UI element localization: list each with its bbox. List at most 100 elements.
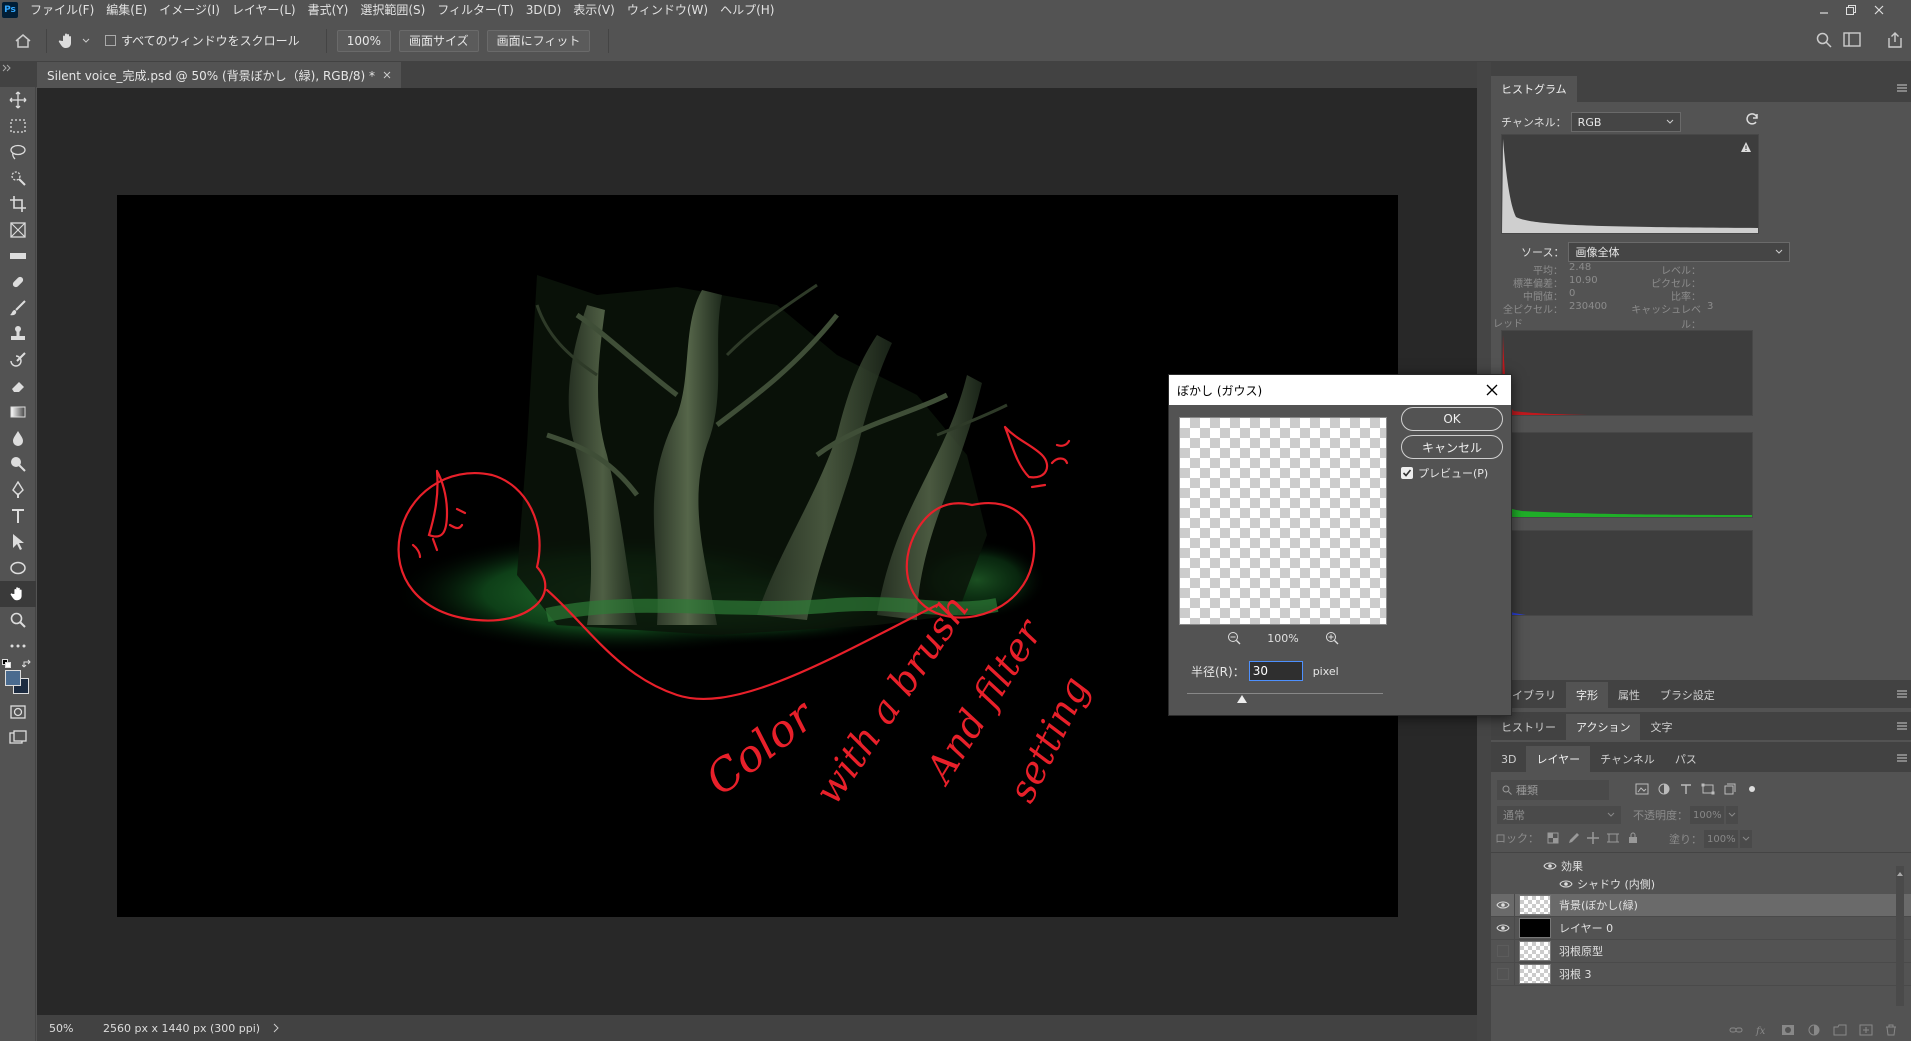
brush-tool-icon[interactable] xyxy=(0,295,36,321)
foreground-color-swatch[interactable] xyxy=(5,670,21,686)
adjustment-layer-icon[interactable] xyxy=(1807,1024,1821,1036)
hand-tool-icon[interactable] xyxy=(0,581,36,607)
cancel-button[interactable]: キャンセル xyxy=(1401,435,1503,459)
chevron-right-icon[interactable] xyxy=(272,1023,280,1033)
panel-tab[interactable]: ヒストリー xyxy=(1491,714,1566,740)
gradient-tool-icon[interactable] xyxy=(0,399,36,425)
menu-item[interactable]: 編集(E) xyxy=(100,0,153,20)
eye-icon[interactable] xyxy=(1559,879,1573,889)
lock-pixels-icon[interactable] xyxy=(1567,832,1579,844)
smart-object-filter-icon[interactable] xyxy=(1723,783,1737,795)
layer-filter-select[interactable]: 種類 xyxy=(1497,780,1609,800)
new-group-icon[interactable] xyxy=(1833,1024,1847,1036)
panel-menu-icon[interactable] xyxy=(1897,754,1907,762)
lock-position-icon[interactable] xyxy=(1587,832,1599,844)
layer-row[interactable]: 背景(ぼかし(緑) xyxy=(1491,893,1911,917)
ruler-tool-icon[interactable] xyxy=(0,243,36,269)
menu-item[interactable]: レイヤー(L) xyxy=(226,0,302,20)
trash-icon[interactable] xyxy=(1885,1024,1897,1036)
lock-artboard-icon[interactable] xyxy=(1607,832,1619,844)
scroll-up-icon[interactable] xyxy=(1897,866,1903,876)
panel-tab[interactable]: パス xyxy=(1665,746,1707,772)
menu-item[interactable]: 選択範囲(S) xyxy=(354,0,431,20)
refresh-icon[interactable] xyxy=(1744,111,1760,127)
opacity-input[interactable]: 100% xyxy=(1690,806,1724,824)
fx-icon[interactable]: fx xyxy=(1755,1024,1769,1036)
scroll-all-windows-checkbox[interactable]: すべてのウィンドウをスクロール xyxy=(105,32,300,49)
layer-thumbnail[interactable] xyxy=(1519,895,1551,915)
panel-tab[interactable]: 字形 xyxy=(1566,682,1608,708)
more-tools-icon[interactable] xyxy=(0,633,36,659)
zoom-tool-icon[interactable] xyxy=(0,607,36,633)
default-colors-icon[interactable] xyxy=(2,659,12,669)
ok-button[interactable]: OK xyxy=(1401,407,1503,431)
opacity-dropdown[interactable] xyxy=(1726,806,1738,824)
layer-row[interactable]: 羽根 3 xyxy=(1491,962,1911,986)
type-filter-icon[interactable] xyxy=(1679,783,1693,795)
new-layer-icon[interactable] xyxy=(1859,1024,1873,1036)
panel-tab[interactable]: 属性 xyxy=(1608,682,1650,708)
document-tab[interactable]: Silent voice_完成.psd @ 50% (背景ぼかし（緑), RGB… xyxy=(37,62,402,88)
ellipse-tool-icon[interactable] xyxy=(0,555,36,581)
fill-input[interactable]: 100% xyxy=(1704,830,1738,848)
link-layers-icon[interactable] xyxy=(1729,1025,1743,1035)
lock-all-icon[interactable] xyxy=(1627,832,1639,844)
zoom-out-icon[interactable] xyxy=(1227,631,1241,645)
panel-tab[interactable]: 文字 xyxy=(1640,714,1682,740)
path-selection-tool-icon[interactable] xyxy=(0,529,36,555)
source-select[interactable]: 画像全体 xyxy=(1568,242,1791,262)
blend-mode-select[interactable]: 通常 xyxy=(1497,806,1621,824)
zoom-100-button[interactable]: 100% xyxy=(336,29,391,52)
marquee-tool-icon[interactable] xyxy=(0,113,36,139)
menu-item[interactable]: フィルター(T) xyxy=(431,0,519,20)
home-icon[interactable] xyxy=(10,33,36,49)
history-brush-tool-icon[interactable] xyxy=(0,347,36,373)
healing-brush-tool-icon[interactable] xyxy=(0,269,36,295)
eraser-tool-icon[interactable] xyxy=(0,373,36,399)
add-mask-icon[interactable] xyxy=(1781,1024,1795,1036)
frame-tool-icon[interactable] xyxy=(0,217,36,243)
crop-tool-icon[interactable] xyxy=(0,191,36,217)
panel-tab[interactable]: ブラシ設定 xyxy=(1650,682,1725,708)
menu-item[interactable]: ウィンドウ(W) xyxy=(621,0,714,20)
fill-dropdown[interactable] xyxy=(1740,830,1752,848)
shape-filter-icon[interactable] xyxy=(1701,783,1715,795)
type-tool-icon[interactable] xyxy=(0,503,36,529)
effect-inner-shadow-row[interactable]: シャドウ (内側) xyxy=(1559,876,1655,892)
move-tool-icon[interactable] xyxy=(0,87,36,113)
menu-item[interactable]: 書式(Y) xyxy=(302,0,355,20)
menu-item[interactable]: ファイル(F) xyxy=(24,0,100,20)
lasso-tool-icon[interactable] xyxy=(0,139,36,165)
visibility-toggle[interactable] xyxy=(1491,939,1515,963)
panel-menu-icon[interactable] xyxy=(1897,690,1907,698)
menu-item[interactable]: イメージ(I) xyxy=(153,0,226,20)
layer-row[interactable]: レイヤー 0 xyxy=(1491,916,1911,940)
fit-screen-button[interactable]: 画面にフィット xyxy=(486,29,591,52)
dialog-close-icon[interactable] xyxy=(1481,379,1503,401)
minimize-icon[interactable] xyxy=(1811,0,1837,20)
radius-slider-thumb[interactable] xyxy=(1236,695,1247,703)
color-swatches[interactable] xyxy=(0,659,36,699)
blur-preview[interactable] xyxy=(1179,417,1387,625)
share-icon[interactable] xyxy=(1886,31,1904,52)
zoom-in-icon[interactable] xyxy=(1325,631,1339,645)
eye-icon[interactable] xyxy=(1491,916,1515,940)
layer-row[interactable]: 羽根原型 xyxy=(1491,939,1911,963)
filter-toggle-icon[interactable] xyxy=(1745,783,1759,795)
close-window-icon[interactable] xyxy=(1866,0,1892,20)
radius-input[interactable]: 30 xyxy=(1248,661,1303,681)
layer-thumbnail[interactable] xyxy=(1519,918,1551,938)
warning-icon[interactable] xyxy=(1740,141,1752,153)
preview-checkbox[interactable] xyxy=(1401,467,1413,479)
hand-tool-preset[interactable] xyxy=(57,31,91,51)
menu-item[interactable]: ヘルプ(H) xyxy=(714,0,780,20)
workspace-icon[interactable] xyxy=(1843,32,1861,51)
eye-icon[interactable] xyxy=(1491,893,1515,917)
layers-scrollbar[interactable] xyxy=(1896,866,1904,1006)
blur-tool-icon[interactable] xyxy=(0,425,36,451)
channel-select[interactable]: RGB xyxy=(1570,112,1681,132)
layer-thumbnail[interactable] xyxy=(1519,964,1551,984)
menu-item[interactable]: 表示(V) xyxy=(567,0,621,20)
dodge-tool-icon[interactable] xyxy=(0,451,36,477)
pixel-filter-icon[interactable] xyxy=(1635,783,1649,795)
